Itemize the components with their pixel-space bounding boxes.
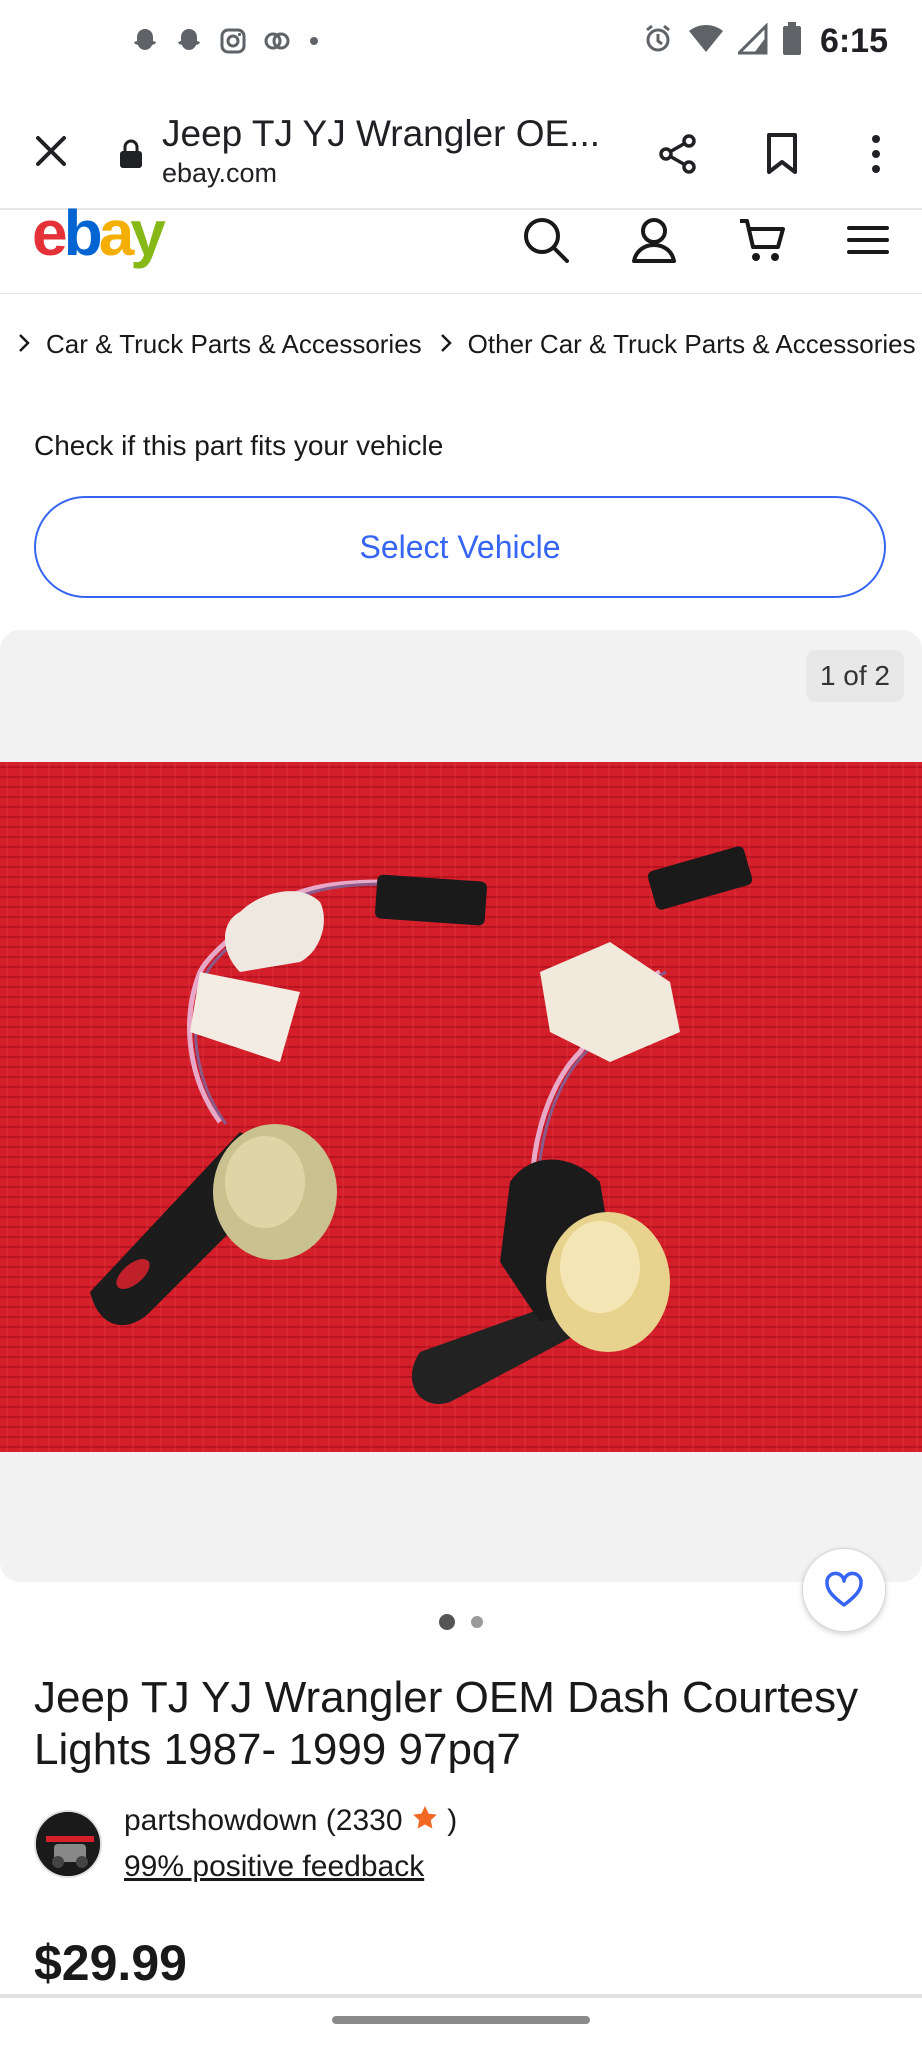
instagram-icon [218,26,248,61]
battery-icon [782,22,802,61]
system-icons: 6:15 [642,22,888,61]
cart-icon [740,219,785,261]
seller-name[interactable]: partshowdown [124,1804,317,1837]
share-button[interactable] [648,124,708,184]
more-vert-icon [872,135,880,173]
ebay-logo[interactable]: ebay [32,196,166,270]
page-domain: ebay.com [162,158,278,188]
url-bar[interactable]: Jeep TJ YJ Wrangler OE... ebay.com [162,112,612,190]
notification-icons [130,26,322,61]
ebay-header: ebay [0,197,922,294]
divider [0,1994,922,1998]
gallery-pagination [0,1610,922,1634]
breadcrumb-item[interactable]: Car & Truck Parts & Accessories [46,329,422,360]
star-icon [411,1804,439,1837]
wifi-icon [688,23,724,60]
threads-icon [262,26,292,61]
search-icon [524,218,569,263]
heart-icon [825,1571,863,1607]
item-title: Jeep TJ YJ Wrangler OEM Dash Courtesy Li… [34,1673,859,1774]
image-gallery[interactable]: 1 of 2 [0,630,922,1582]
search-button[interactable] [514,210,578,270]
hamburger-menu-button[interactable] [836,210,900,270]
dot-icon [306,26,322,61]
snapchat-icon [174,26,204,61]
seller-info: partshowdown (2330 ) 99% positive feedba… [34,1804,894,1904]
account-icon [632,218,676,263]
breadcrumb-item[interactable]: Other Car & Truck Parts & Accessories [468,329,916,360]
seller-name-line[interactable]: partshowdown (2330 ) [124,1804,457,1838]
breadcrumb: Car & Truck Parts & Accessories Other Ca… [0,324,922,364]
menu-icon [847,226,889,254]
bookmark-button[interactable] [752,124,812,184]
close-tab-button[interactable] [24,124,78,178]
chevron-right-icon [440,329,452,360]
page-title: Jeep TJ YJ Wrangler OE... [162,113,601,154]
item-price: $29.99 [34,1935,187,1991]
alarm-icon [642,23,674,60]
browser-toolbar: Jeep TJ YJ Wrangler OE... ebay.com [0,92,922,210]
select-vehicle-button[interactable]: Select Vehicle [34,496,886,598]
watch-button[interactable] [802,1548,886,1632]
bookmark-icon [767,133,797,174]
lock-icon [118,138,144,175]
account-button[interactable] [622,210,686,270]
image-counter: 1 of 2 [805,650,904,702]
gesture-nav-handle[interactable] [332,2016,590,2024]
status-bar: 6:15 [0,0,922,92]
clock-time: 6:15 [819,22,888,60]
seller-score: (2330 [325,1804,403,1837]
close-icon [36,136,66,166]
seller-avatar[interactable] [34,1810,102,1878]
pagination-dot-active[interactable] [439,1614,455,1630]
chevron-right-icon [18,329,30,360]
snapchat-icon [130,26,160,61]
seller-feedback-link[interactable]: 99% positive feedback [124,1850,424,1884]
browser-menu-button[interactable] [846,124,906,184]
fitment-label: Check if this part fits your vehicle [34,430,444,461]
signal-icon [735,22,768,60]
cart-button[interactable] [730,210,794,270]
seller-score-close: ) [447,1804,458,1837]
pagination-dot[interactable] [471,1616,483,1628]
share-icon [659,134,696,174]
product-photo[interactable] [0,762,922,1452]
